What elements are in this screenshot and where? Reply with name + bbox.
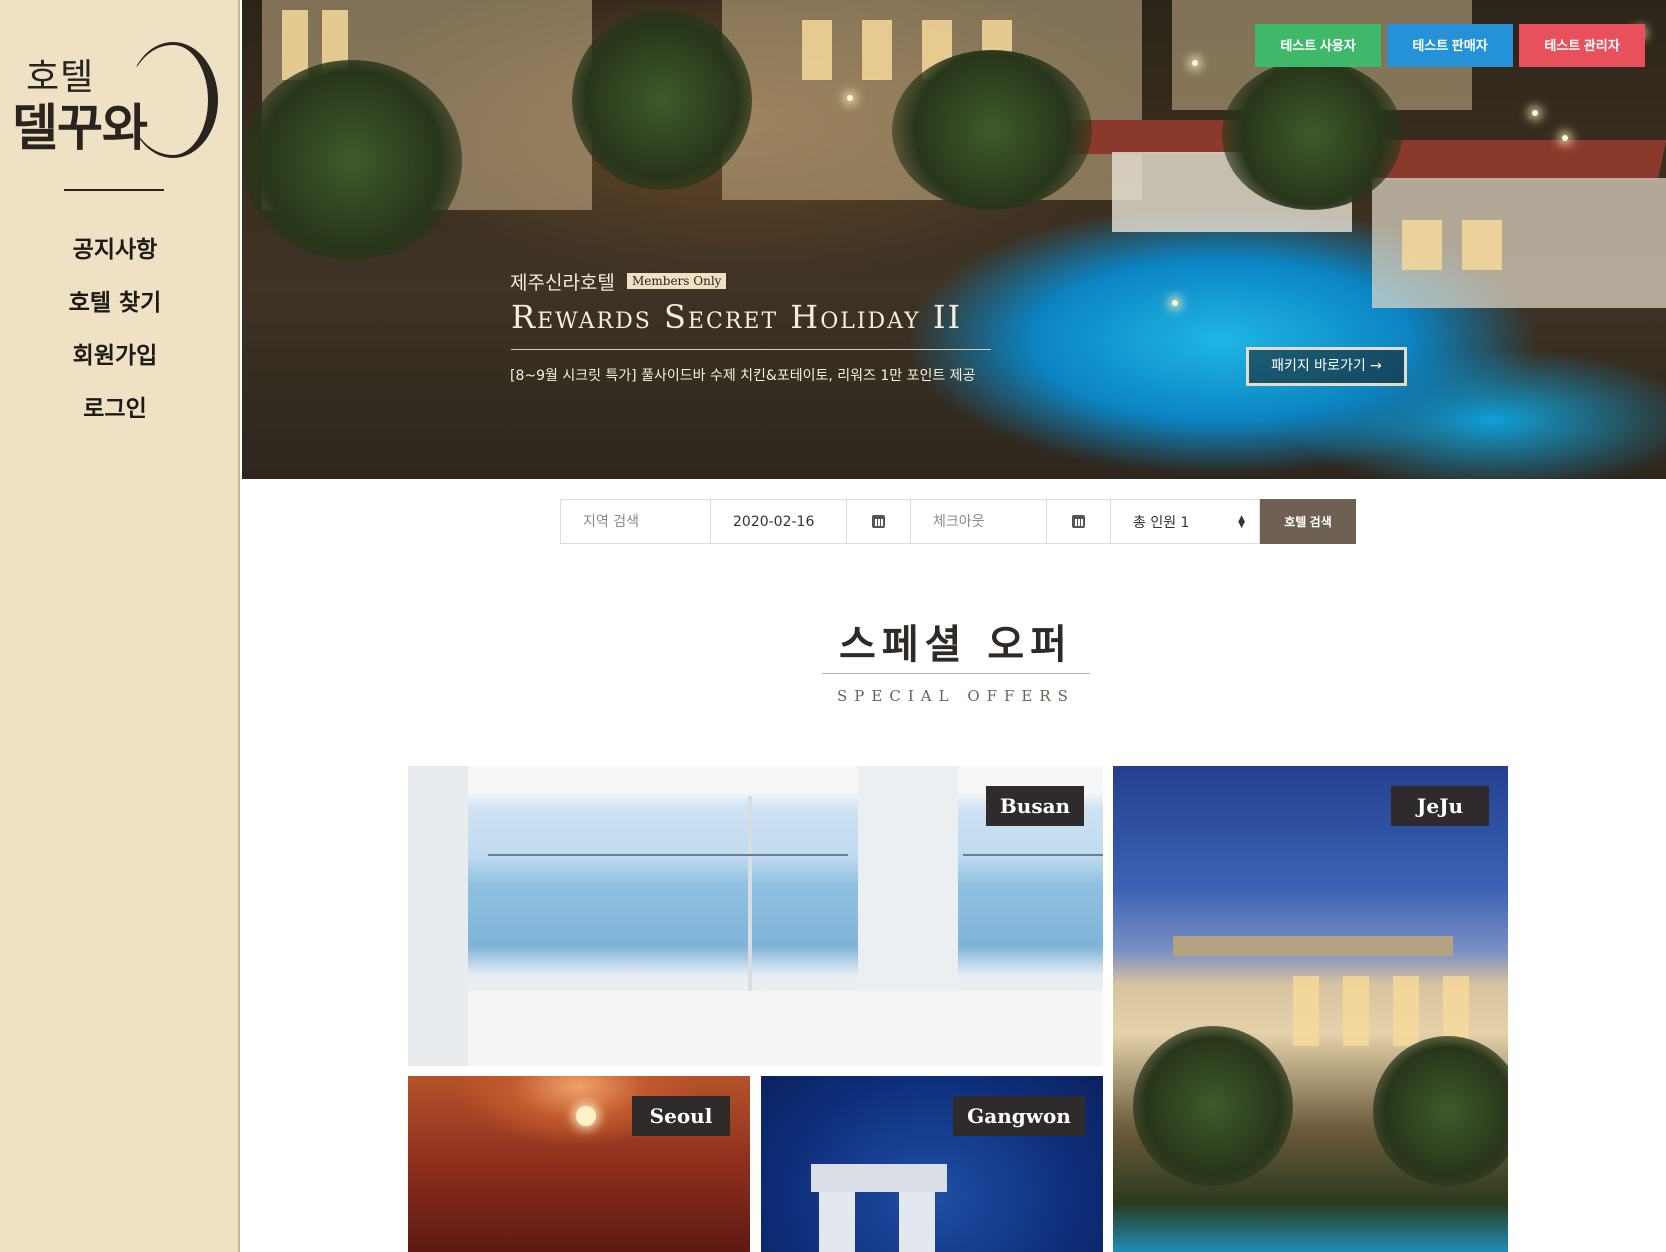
promo-hotel-name: 제주신라호텔 — [510, 272, 615, 294]
sidebar-nav: 공지사항 호텔 찾기 회원가입 로그인 — [0, 228, 230, 440]
light-flare — [1532, 110, 1538, 116]
select-arrows-icon: ▲ ▼ — [1238, 513, 1245, 530]
test-user-button[interactable]: 테스트 사용자 — [1255, 24, 1381, 67]
offer-tile-gangwon[interactable]: Gangwon — [761, 1076, 1103, 1252]
members-only-badge: Members Only — [627, 273, 727, 289]
tile-label-seoul: Seoul — [632, 1096, 730, 1136]
sidebar: 호텔 델꾸와 공지사항 호텔 찾기 회원가입 로그인 — [0, 0, 240, 1252]
window-mullion — [748, 796, 752, 996]
nav-item-notice[interactable]: 공지사항 — [0, 228, 230, 281]
nav-item-signup[interactable]: 회원가입 — [0, 334, 230, 387]
light-flare — [847, 95, 853, 101]
promo-description: [8~9월 시크릿 특가] 풀사이드바 수제 치킨&포테이토, 리워즈 1만 포… — [510, 368, 976, 384]
test-admin-button[interactable]: 테스트 관리자 — [1519, 24, 1645, 67]
hero-banner: 테스트 사용자 테스트 판매자 테스트 관리자 제주신라호텔 Members O… — [242, 0, 1666, 479]
special-offers-title: 스페셜 오퍼 — [839, 621, 1073, 668]
offer-tile-seoul[interactable]: Seoul — [408, 1076, 750, 1252]
window-frame-left — [408, 766, 468, 1066]
tower-left — [819, 1192, 855, 1252]
checkin-field[interactable] — [710, 499, 846, 544]
logo-divider — [64, 189, 164, 191]
checkout-input[interactable] — [911, 500, 1046, 543]
checkout-calendar-button[interactable] — [1046, 499, 1110, 544]
promo-title: Rewards Secret Holiday II — [511, 298, 963, 336]
offer-tile-jeju[interactable]: JeJu — [1113, 766, 1508, 1252]
hotel-search-bar: 총 인원 1 ▲▼ 호텔 검색 — [560, 499, 1356, 544]
palm-tree — [242, 60, 462, 260]
window-sill — [468, 991, 1103, 1066]
tile-label-jeju: JeJu — [1391, 786, 1489, 826]
chandelier-icon — [576, 1106, 596, 1126]
guest-count-select[interactable]: 총 인원 1 ▲ ▼ — [1110, 499, 1260, 544]
light-flare — [1172, 300, 1178, 306]
nav-item-find-hotel[interactable]: 호텔 찾기 — [0, 281, 230, 334]
palm-tree — [892, 50, 1092, 210]
jeju-roof — [1173, 936, 1453, 956]
hero-window — [802, 20, 832, 80]
nav-item-login[interactable]: 로그인 — [0, 387, 230, 440]
checkout-field[interactable] — [910, 499, 1046, 544]
region-search-field[interactable] — [560, 499, 710, 544]
test-seller-button[interactable]: 테스트 판매자 — [1387, 24, 1513, 67]
tower-skybridge — [811, 1164, 947, 1192]
logo-line-2: 델꾸와 — [12, 98, 148, 157]
light-flare — [1192, 60, 1198, 66]
hero-window — [862, 20, 892, 80]
palm-tree — [1373, 1036, 1508, 1186]
special-offers-divider — [822, 673, 1090, 674]
calendar-icon — [1072, 515, 1085, 528]
hotel-logo[interactable]: 호텔 델꾸와 — [8, 38, 230, 168]
light-flare — [1562, 135, 1568, 141]
package-link-button[interactable]: 패키지 바로가기 → — [1246, 347, 1407, 386]
jeju-window — [1393, 976, 1419, 1046]
bridge-deck — [488, 854, 848, 856]
hero-window — [1462, 220, 1502, 270]
tile-label-busan: Busan — [986, 786, 1084, 826]
jeju-window — [1293, 976, 1319, 1046]
tile-label-gangwon: Gangwon — [953, 1096, 1085, 1136]
jeju-window — [1343, 976, 1369, 1046]
bridge-deck — [963, 854, 1103, 856]
palm-tree — [1222, 60, 1402, 210]
hotel-search-button[interactable]: 호텔 검색 — [1260, 499, 1356, 544]
palm-tree — [1133, 1026, 1293, 1186]
tower-right — [899, 1192, 935, 1252]
guest-count-value: 총 인원 1 — [1133, 514, 1190, 531]
offer-tile-busan[interactable]: Busan — [408, 766, 1103, 1066]
palm-tree — [572, 10, 752, 190]
region-search-input[interactable] — [561, 500, 710, 543]
calendar-icon — [872, 515, 885, 528]
checkin-input[interactable] — [711, 500, 846, 543]
hero-window — [1402, 220, 1442, 270]
checkin-calendar-button[interactable] — [846, 499, 910, 544]
marble-pillar — [858, 766, 958, 996]
special-offers-subtitle: SPECIAL OFFERS — [837, 687, 1075, 705]
promo-divider — [511, 349, 991, 350]
